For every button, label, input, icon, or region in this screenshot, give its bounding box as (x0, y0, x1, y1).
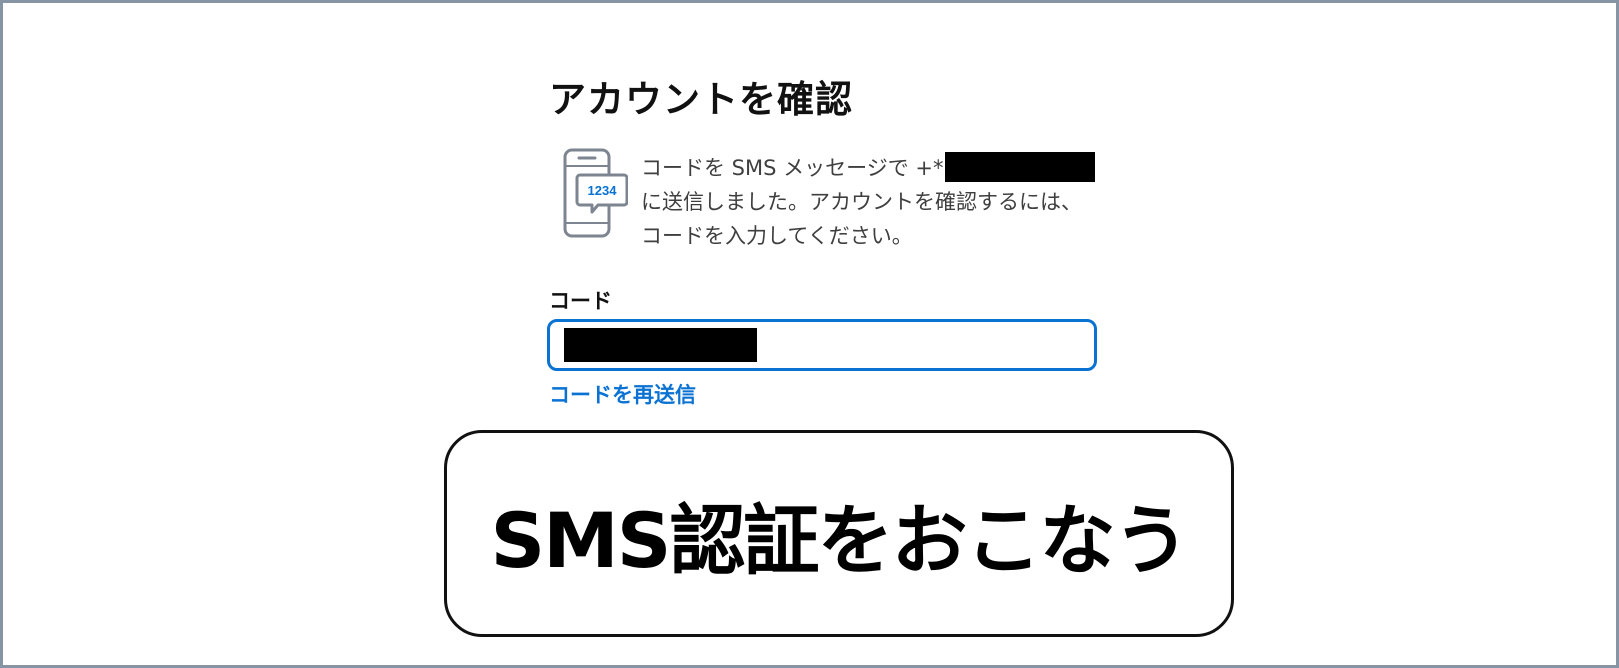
code-field-label: コード (549, 289, 612, 313)
info-line-2: に送信しました。アカウントを確認するには、 (641, 190, 1082, 214)
page-title: アカウントを確認 (549, 78, 853, 121)
resend-code-link[interactable]: コードを再送信 (549, 379, 696, 409)
info-line-1: コードを SMS メッセージで +* (641, 151, 1111, 185)
caption-text: SMS認証をおこなう (490, 495, 1189, 585)
redacted-phone-number (945, 152, 1096, 182)
caption-box: SMS認証をおこなう (444, 430, 1234, 637)
screenshot-frame: アカウントを確認 1234 コードを SMS メッセージで +* に送信しました… (0, 0, 1619, 668)
redacted-code-value (564, 328, 757, 362)
verification-info: コードを SMS メッセージで +* に送信しました。アカウントを確認するには、… (641, 151, 1111, 253)
info-line-3: コードを入力してください。 (641, 224, 913, 248)
phone-sms-code-icon: 1234 (562, 147, 629, 239)
icon-code-text: 1234 (588, 183, 618, 198)
